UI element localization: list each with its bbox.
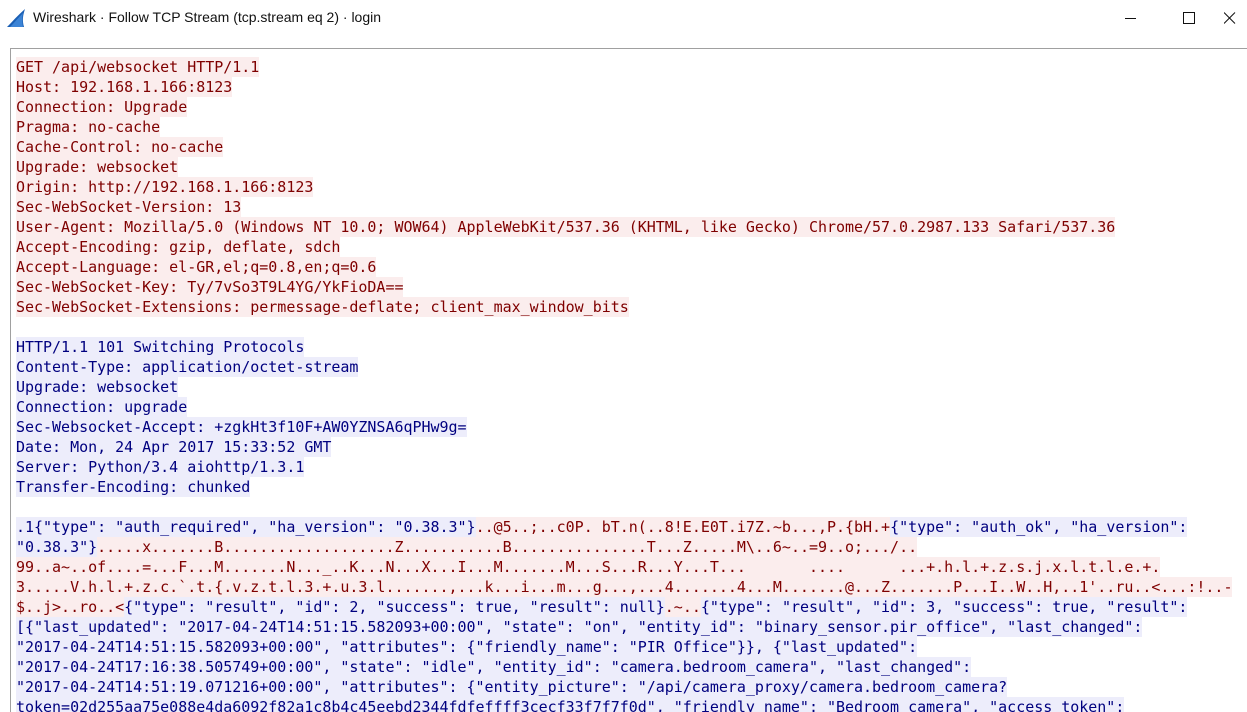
stream-line: "0.38.3"}.....x.......B.................… (16, 537, 1232, 557)
server-text: [{"last_updated": "2017-04-24T14:51:15.5… (16, 617, 1143, 637)
client-text: .~.. (664, 597, 701, 617)
client-text: User-Agent: Mozilla/5.0 (Windows NT 10.0… (16, 217, 1116, 237)
client-text: Cache-Control: no-cache (16, 137, 224, 157)
server-text: Sec-Websocket-Accept: +zgkHt3f10F+AW0YZN… (16, 417, 467, 437)
stream-line: Connection: Upgrade (16, 97, 1232, 117)
follow-tcp-stream-window: Wireshark · Follow TCP Stream (tcp.strea… (0, 0, 1247, 712)
maximize-button[interactable] (1166, 0, 1212, 36)
stream-line: Sec-WebSocket-Extensions: permessage-def… (16, 297, 1232, 317)
window-title: Wireshark · Follow TCP Stream (tcp.strea… (33, 9, 382, 25)
maximize-icon (1183, 12, 1195, 24)
client-text: GET /api/websocket HTTP/1.1 (16, 57, 260, 77)
server-text: Content-Type: application/octet-stream (16, 357, 359, 377)
server-text: "0.38.3"} (16, 537, 98, 557)
stream-line: Sec-Websocket-Accept: +zgkHt3f10F+AW0YZN… (16, 417, 1232, 437)
stream-line: Date: Mon, 24 Apr 2017 15:33:52 GMT (16, 437, 1232, 457)
stream-text-area[interactable]: GET /api/websocket HTTP/1.1 Host: 192.16… (10, 48, 1247, 712)
client-text: Sec-WebSocket-Version: 13 (16, 197, 242, 217)
stream-line: [{"last_updated": "2017-04-24T14:51:15.5… (16, 617, 1232, 637)
client-text: Accept-Language: el-GR,el;q=0.8,en;q=0.6 (16, 257, 377, 277)
server-text: Connection: upgrade (16, 397, 188, 417)
stream-line: Sec-WebSocket-Version: 13 (16, 197, 1232, 217)
stream-content: GET /api/websocket HTTP/1.1 Host: 192.16… (16, 57, 1232, 712)
stream-line: User-Agent: Mozilla/5.0 (Windows NT 10.0… (16, 217, 1232, 237)
client-text: Sec-WebSocket-Key: Ty/7vSo3T9L4YG/YkFioD… (16, 277, 404, 297)
server-text: Upgrade: websocket (16, 377, 179, 397)
stream-line: GET /api/websocket HTTP/1.1 (16, 57, 1232, 77)
client-text: .....x.......B...................Z......… (97, 537, 918, 557)
server-text: token=02d255aa75e088e4da6092f82a1c8b4c45… (16, 697, 1124, 712)
client-text: 3.....V.h.l.+.z.c.`.t.{.v.z.t.l.3.+.u.3.… (16, 577, 1233, 597)
stream-line: "2017-04-24T14:51:19.071216+00:00", "att… (16, 677, 1232, 697)
stream-line: Upgrade: websocket (16, 157, 1232, 177)
wireshark-fin-icon (6, 8, 28, 28)
stream-line: Connection: upgrade (16, 397, 1232, 417)
stream-line: Host: 192.168.1.166:8123 (16, 77, 1232, 97)
server-text: Server: Python/3.4 aiohttp/1.3.1 (16, 457, 305, 477)
stream-line: Upgrade: websocket (16, 377, 1232, 397)
stream-line: Accept-Encoding: gzip, deflate, sdch (16, 237, 1232, 257)
stream-line: Cache-Control: no-cache (16, 137, 1232, 157)
server-text: Date: Mon, 24 Apr 2017 15:33:52 GMT (16, 437, 332, 457)
stream-line: $..j>..ro..<{"type": "result", "id": 2, … (16, 597, 1232, 617)
server-text: {"type": "result", "id": 3, "success": t… (700, 597, 1188, 617)
title-bar[interactable]: Wireshark · Follow TCP Stream (tcp.strea… (0, 0, 1247, 37)
stream-line: .1{"type": "auth_required", "ha_version"… (16, 517, 1232, 537)
stream-line: Accept-Language: el-GR,el;q=0.8,en;q=0.6 (16, 257, 1232, 277)
client-text: Upgrade: websocket (16, 157, 179, 177)
client-text: Origin: http://192.168.1.166:8123 (16, 177, 314, 197)
stream-line: Content-Type: application/octet-stream (16, 357, 1232, 377)
server-text: "2017-04-24T14:51:15.582093+00:00", "att… (16, 637, 918, 657)
client-text: Sec-WebSocket-Extensions: permessage-def… (16, 297, 629, 317)
stream-line: 99..a~..of....=...F...M.......N..._..K..… (16, 557, 1232, 577)
server-text: Transfer-Encoding: chunked (16, 477, 251, 497)
server-text: "2017-04-24T14:51:19.071216+00:00", "att… (16, 677, 1008, 697)
stream-line: Server: Python/3.4 aiohttp/1.3.1 (16, 457, 1232, 477)
client-text: Accept-Encoding: gzip, deflate, sdch (16, 237, 341, 257)
stream-line: Sec-WebSocket-Key: Ty/7vSo3T9L4YG/YkFioD… (16, 277, 1232, 297)
stream-line: token=02d255aa75e088e4da6092f82a1c8b4c45… (16, 697, 1232, 712)
minimize-icon (1125, 18, 1136, 19)
stream-line: Transfer-Encoding: chunked (16, 477, 1232, 497)
stream-line: "2017-04-24T17:16:38.505749+00:00", "sta… (16, 657, 1232, 677)
stream-blank-line (16, 497, 1232, 517)
server-text: {"type": "auth_ok", "ha_version": (890, 517, 1188, 537)
server-text: {"type": "result", "id": 2, "success": t… (124, 597, 665, 617)
close-icon (1224, 12, 1236, 24)
server-text: .1{"type": "auth_required", "ha_version"… (16, 517, 476, 537)
stream-line: Origin: http://192.168.1.166:8123 (16, 177, 1232, 197)
stream-line: 3.....V.h.l.+.z.c.`.t.{.v.z.t.l.3.+.u.3.… (16, 577, 1232, 597)
client-text: Host: 192.168.1.166:8123 (16, 77, 233, 97)
client-text: $..j>..ro..< (16, 597, 125, 617)
server-text: HTTP/1.1 101 Switching Protocols (16, 337, 305, 357)
minimize-button[interactable] (1108, 0, 1154, 36)
client-text: Pragma: no-cache (16, 117, 161, 137)
stream-line: HTTP/1.1 101 Switching Protocols (16, 337, 1232, 357)
client-text: Connection: Upgrade (16, 97, 188, 117)
stream-line: "2017-04-24T14:51:15.582093+00:00", "att… (16, 637, 1232, 657)
client-text: 99..a~..of....=...F...M.......N..._..K..… (16, 557, 1161, 577)
server-text: "2017-04-24T17:16:38.505749+00:00", "sta… (16, 657, 972, 677)
client-text: ..@5..;..c0P. bT.n(..8!E.E0T.i7Z.~b...,P… (475, 517, 891, 537)
stream-line: Pragma: no-cache (16, 117, 1232, 137)
stream-blank-line (16, 317, 1232, 337)
close-button[interactable] (1224, 0, 1247, 36)
